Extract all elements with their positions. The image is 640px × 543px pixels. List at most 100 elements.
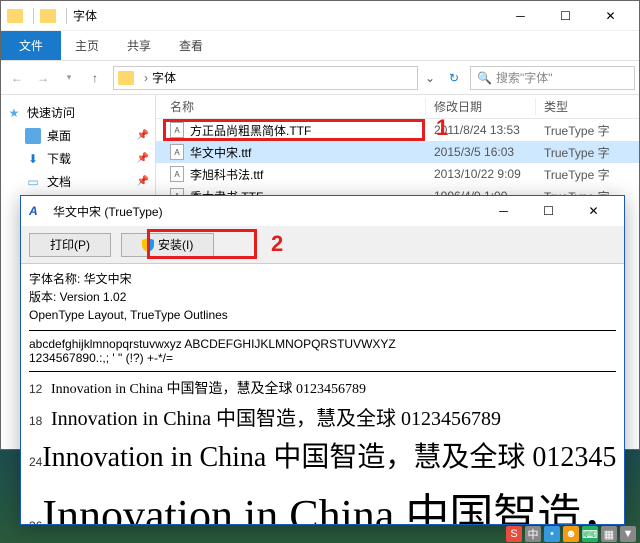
tab-file[interactable]: 文件 bbox=[1, 31, 61, 60]
maximize-button[interactable]: ☐ bbox=[526, 197, 571, 225]
nav-item-documents[interactable]: ▭ 文档 📌 bbox=[1, 170, 155, 193]
download-icon: ⬇ bbox=[25, 151, 41, 167]
nav-item-label: 下载 bbox=[47, 150, 71, 167]
sample-text: Innovation in China 中国智造，慧及全球 0123456789 bbox=[42, 479, 616, 524]
divider bbox=[66, 8, 67, 24]
divider bbox=[29, 330, 616, 331]
divider bbox=[29, 371, 616, 372]
column-date[interactable]: 修改日期 bbox=[426, 98, 536, 115]
folder-icon bbox=[40, 9, 56, 23]
sample-text: Innovation in China 中国智造，慧及全球 0123456789 bbox=[51, 402, 501, 431]
tray-icon[interactable]: ▦ bbox=[601, 526, 617, 542]
font-file-icon: A bbox=[170, 166, 184, 182]
font-name-line: 字体名称: 华文中宋 bbox=[29, 270, 616, 288]
nav-group-quick-access: ★ 快速访问 桌面 📌 ⬇ 下载 📌 ▭ 文档 📌 bbox=[1, 101, 155, 193]
search-placeholder: 搜索"字体" bbox=[496, 69, 553, 86]
minimize-button[interactable]: ─ bbox=[498, 2, 543, 30]
document-icon: ▭ bbox=[25, 174, 41, 190]
ime-icon[interactable]: S bbox=[506, 526, 522, 542]
size-label: 18 bbox=[29, 414, 51, 428]
nav-item-label: 桌面 bbox=[47, 127, 71, 144]
pin-icon: 📌 bbox=[137, 176, 149, 187]
file-date: 2015/3/5 16:03 bbox=[426, 145, 536, 159]
folder-icon bbox=[7, 9, 23, 23]
file-date: 2013/10/22 9:09 bbox=[426, 167, 536, 181]
history-dropdown[interactable]: ▾ bbox=[57, 66, 81, 90]
annotation-box-1 bbox=[163, 119, 425, 141]
font-version-line: 版本: Version 1.02 bbox=[29, 288, 616, 306]
num-sample: 1234567890.:,; ' " (!?) +-*/= bbox=[29, 351, 616, 365]
window-title: 字体 bbox=[73, 7, 498, 24]
size-label: 36 bbox=[29, 519, 42, 524]
ribbon-tabs: 文件 主页 共享 查看 bbox=[1, 31, 639, 61]
quick-access-label: 快速访问 bbox=[27, 104, 75, 121]
sample-row-18: 18 Innovation in China 中国智造，慧及全球 0123456… bbox=[29, 402, 616, 431]
chevron-right-icon: › bbox=[144, 71, 148, 85]
fontwin-title: 华文中宋 (TrueType) bbox=[53, 203, 481, 220]
sample-row-36: 36 Innovation in China 中国智造，慧及全球 0123456… bbox=[29, 479, 616, 524]
up-button[interactable]: ↑ bbox=[83, 66, 107, 90]
tab-home[interactable]: 主页 bbox=[61, 31, 113, 60]
folder-icon bbox=[118, 71, 134, 85]
column-name[interactable]: 名称 bbox=[156, 98, 426, 115]
quick-access-header[interactable]: ★ 快速访问 bbox=[1, 101, 155, 124]
sample-text: Innovation in China 中国智造，慧及全球 0123456789 bbox=[51, 378, 366, 398]
titlebar: 字体 ─ ☐ ✕ bbox=[1, 1, 639, 31]
pin-icon: 📌 bbox=[137, 153, 149, 164]
file-type: TrueType 字 bbox=[536, 166, 639, 183]
back-button[interactable]: ← bbox=[5, 66, 29, 90]
size-label: 12 bbox=[29, 382, 51, 396]
forward-button[interactable]: → bbox=[31, 66, 55, 90]
font-preview-window: A 华文中宋 (TrueType) ─ ☐ ✕ 打印(P) 安装(I) 2 字体… bbox=[20, 195, 625, 525]
star-icon: ★ bbox=[7, 106, 21, 120]
sample-text: Innovation in China 中国智造，慧及全球 0123456789 bbox=[42, 435, 616, 475]
search-input[interactable]: 🔍 搜索"字体" bbox=[470, 66, 635, 90]
annotation-box-2 bbox=[147, 229, 257, 259]
address-segment[interactable]: 字体 bbox=[152, 69, 176, 86]
tray-icon[interactable]: ⌨ bbox=[582, 526, 598, 542]
nav-item-label: 文档 bbox=[47, 173, 71, 190]
pin-icon: 📌 bbox=[137, 130, 149, 141]
alpha-sample: abcdefghijklmnopqrstuvwxyz ABCDEFGHIJKLM… bbox=[29, 337, 616, 351]
file-name: 华文中宋.ttf bbox=[190, 144, 251, 161]
refresh-button[interactable]: ↻ bbox=[442, 71, 466, 85]
size-label: 24 bbox=[29, 455, 42, 469]
file-row[interactable]: A 李旭科书法.ttf 2013/10/22 9:09 TrueType 字 bbox=[156, 163, 639, 185]
font-file-icon: A bbox=[170, 144, 184, 160]
minimize-button[interactable]: ─ bbox=[481, 197, 526, 225]
fontwin-toolbar: 打印(P) 安装(I) 2 bbox=[21, 226, 624, 264]
file-row-selected[interactable]: A 华文中宋.ttf 2015/3/5 16:03 TrueType 字 bbox=[156, 141, 639, 163]
annotation-number-2: 2 bbox=[271, 231, 283, 257]
annotation-number-1: 1 bbox=[436, 115, 448, 141]
search-icon: 🔍 bbox=[477, 71, 492, 85]
tray-icon[interactable]: ▼ bbox=[620, 526, 636, 542]
divider bbox=[33, 8, 34, 24]
print-button[interactable]: 打印(P) bbox=[29, 233, 111, 257]
window-controls: ─ ☐ ✕ bbox=[498, 2, 633, 30]
address-dropdown[interactable]: ⌄ bbox=[420, 71, 440, 85]
address-bar[interactable]: › 字体 bbox=[113, 66, 418, 90]
font-app-icon: A bbox=[29, 204, 45, 218]
file-type: TrueType 字 bbox=[536, 144, 639, 161]
tab-view[interactable]: 查看 bbox=[165, 31, 217, 60]
font-tech-line: OpenType Layout, TrueType Outlines bbox=[29, 306, 616, 324]
nav-item-desktop[interactable]: 桌面 📌 bbox=[1, 124, 155, 147]
sample-row-12: 12 Innovation in China 中国智造，慧及全球 0123456… bbox=[29, 378, 616, 398]
desktop-icon bbox=[25, 128, 41, 144]
tab-share[interactable]: 共享 bbox=[113, 31, 165, 60]
maximize-button[interactable]: ☐ bbox=[543, 2, 588, 30]
nav-bar: ← → ▾ ↑ › 字体 ⌄ ↻ 🔍 搜索"字体" bbox=[1, 61, 639, 95]
tray-icon[interactable]: • bbox=[544, 526, 560, 542]
column-type[interactable]: 类型 bbox=[536, 98, 639, 115]
nav-item-downloads[interactable]: ⬇ 下载 📌 bbox=[1, 147, 155, 170]
tray-icon[interactable]: 中 bbox=[525, 526, 541, 542]
close-button[interactable]: ✕ bbox=[588, 2, 633, 30]
system-tray: S 中 • ☻ ⌨ ▦ ▼ bbox=[502, 525, 640, 543]
file-name: 李旭科书法.ttf bbox=[190, 166, 263, 183]
sample-row-24: 24 Innovation in China 中国智造，慧及全球 0123456… bbox=[29, 435, 616, 475]
file-type: TrueType 字 bbox=[536, 122, 639, 139]
print-label: 打印(P) bbox=[50, 236, 90, 253]
tray-icon[interactable]: ☻ bbox=[563, 526, 579, 542]
close-button[interactable]: ✕ bbox=[571, 197, 616, 225]
list-header: 名称 修改日期 类型 bbox=[156, 95, 639, 119]
